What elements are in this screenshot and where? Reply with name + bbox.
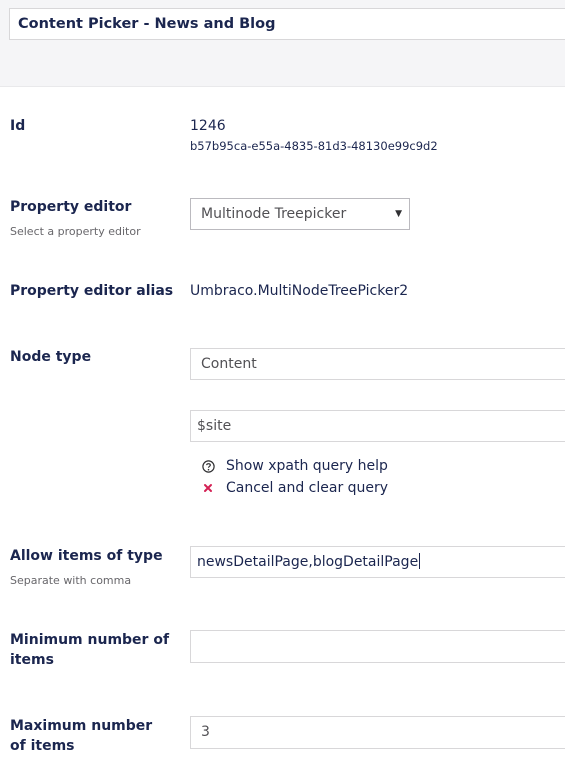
min-items-field[interactable] xyxy=(190,630,565,663)
help-circle-icon xyxy=(200,459,216,473)
allow-items-description: Separate with comma xyxy=(10,574,132,587)
property-editor-description: Select a property editor xyxy=(10,225,141,238)
allow-items-label: Allow items of type xyxy=(10,548,163,564)
id-label: Id xyxy=(10,118,26,134)
header-band: Content Picker - News and Blog xyxy=(0,0,565,87)
clear-query-label: Cancel and clear query xyxy=(226,480,389,496)
alias-value: Umbraco.MultiNodeTreePicker2 xyxy=(190,283,409,299)
property-editor-label: Property editor xyxy=(10,199,132,215)
property-editor-selected: Multinode Treepicker xyxy=(201,206,347,222)
query-field[interactable]: $site xyxy=(190,410,565,442)
clear-query-link[interactable]: Cancel and clear query xyxy=(200,480,388,496)
xpath-help-label: Show xpath query help xyxy=(226,458,388,474)
node-type-field[interactable]: Content xyxy=(190,348,565,380)
xpath-help-link[interactable]: Show xpath query help xyxy=(200,458,388,474)
text-cursor xyxy=(419,553,421,569)
allow-items-value: newsDetailPage,blogDetailPage xyxy=(197,554,419,570)
node-type-label: Node type xyxy=(10,349,92,365)
name-input[interactable]: Content Picker - News and Blog xyxy=(9,8,565,40)
max-items-field[interactable]: 3 xyxy=(190,716,565,749)
allow-items-field[interactable]: newsDetailPage,blogDetailPage xyxy=(190,546,565,578)
alias-label: Property editor alias xyxy=(10,283,174,299)
guid-value: b57b95ca-e55a-4835-81d3-48130e99c9d2 xyxy=(190,139,438,153)
max-items-label: Maximum number of items xyxy=(10,718,153,754)
min-items-label: Minimum number of items xyxy=(10,632,170,668)
id-value: 1246 xyxy=(190,118,226,134)
chevron-down-icon: ▼ xyxy=(395,209,402,219)
property-editor-select[interactable]: Multinode Treepicker ▼ xyxy=(190,198,410,230)
close-icon xyxy=(200,483,216,493)
